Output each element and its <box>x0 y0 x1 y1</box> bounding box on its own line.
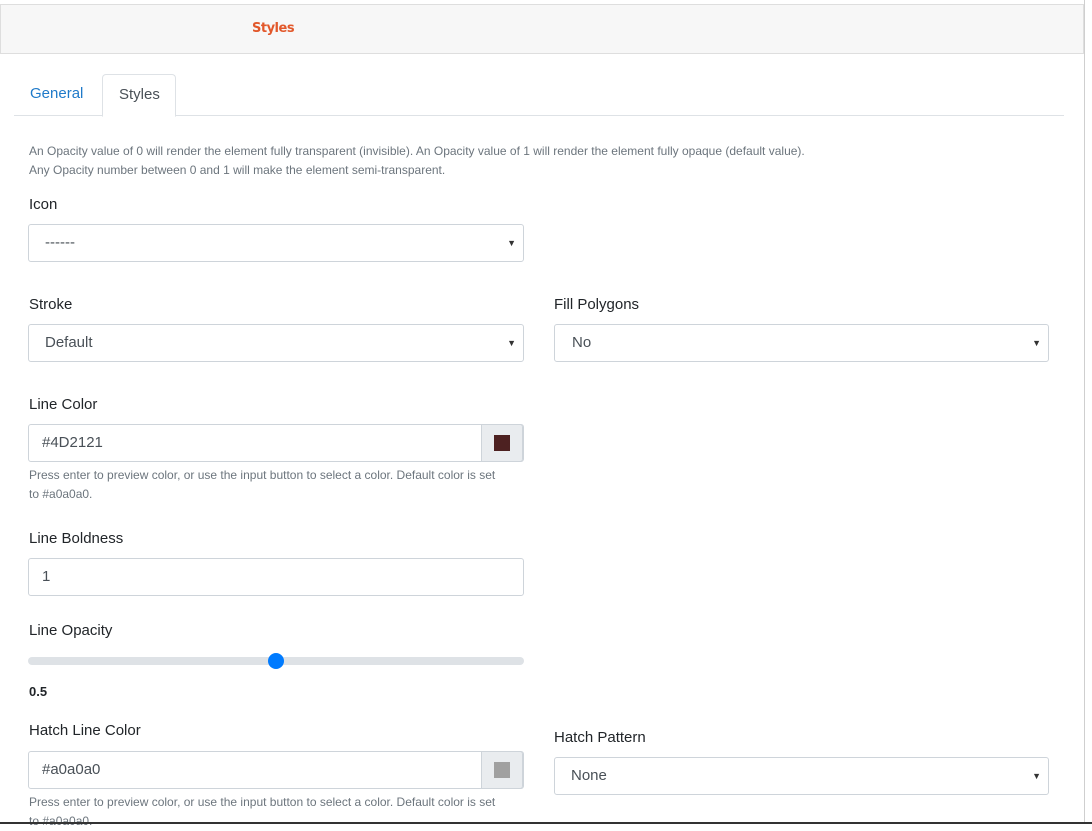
chevron-down-icon: ▼ <box>507 238 516 248</box>
icon-label: Icon <box>29 196 58 213</box>
line-boldness-label: Line Boldness <box>29 530 124 547</box>
tab-styles[interactable]: Styles <box>102 74 176 117</box>
fill-polygons-select-value: No <box>572 334 592 351</box>
icon-select[interactable]: ------ ▼ <box>28 224 524 262</box>
panel-header: Styles <box>0 4 1084 54</box>
chevron-down-icon: ▼ <box>507 338 516 348</box>
line-color-help-line-2: to #a0a0a0. <box>29 487 93 501</box>
hatch-line-color-input[interactable]: #a0a0a0 <box>28 751 524 789</box>
chevron-down-icon: ▼ <box>1032 771 1041 781</box>
hatch-line-color-value: #a0a0a0 <box>42 761 101 778</box>
stroke-select-value: Default <box>45 334 93 351</box>
icon-select-value: ------ <box>45 234 75 251</box>
stroke-label: Stroke <box>29 296 73 313</box>
line-color-value: #4D2121 <box>42 434 103 451</box>
opacity-description: An Opacity value of 0 will render the el… <box>29 142 1029 180</box>
color-swatch-icon <box>494 762 510 778</box>
chevron-down-icon: ▼ <box>1032 338 1041 348</box>
line-boldness-value: 1 <box>42 568 51 585</box>
panel-right-border <box>1084 0 1085 824</box>
hatch-pattern-label: Hatch Pattern <box>554 729 646 746</box>
stroke-select[interactable]: Default ▼ <box>28 324 524 362</box>
line-color-help: Press enter to preview color, or use the… <box>29 466 529 504</box>
opacity-description-line-1: An Opacity value of 0 will render the el… <box>29 144 805 158</box>
hatch-line-color-picker-button[interactable] <box>481 751 523 789</box>
hatch-pattern-select-value: None <box>571 767 607 784</box>
hatch-pattern-select[interactable]: None ▼ <box>554 757 1049 795</box>
fill-polygons-label: Fill Polygons <box>554 296 640 313</box>
line-color-input[interactable]: #4D2121 <box>28 424 524 462</box>
hatch-line-color-label: Hatch Line Color <box>29 722 141 739</box>
line-color-help-line-1: Press enter to preview color, or use the… <box>29 468 496 482</box>
opacity-description-line-2: Any Opacity number between 0 and 1 will … <box>29 163 446 177</box>
tab-bar: General Styles <box>14 74 1064 117</box>
line-opacity-value: 0.5 <box>29 684 48 699</box>
hatch-line-color-help-line-1: Press enter to preview color, or use the… <box>29 795 496 809</box>
color-swatch-icon <box>494 435 510 451</box>
line-color-label: Line Color <box>29 396 98 413</box>
tab-general[interactable]: General <box>14 74 99 116</box>
hatch-line-color-help: Press enter to preview color, or use the… <box>29 793 529 831</box>
line-opacity-slider-handle[interactable] <box>268 653 284 669</box>
fill-polygons-select[interactable]: No ▼ <box>554 324 1049 362</box>
line-color-picker-button[interactable] <box>481 424 523 462</box>
panel-title: Styles <box>252 21 295 36</box>
line-opacity-label: Line Opacity <box>29 622 113 639</box>
line-boldness-input[interactable]: 1 <box>28 558 524 596</box>
